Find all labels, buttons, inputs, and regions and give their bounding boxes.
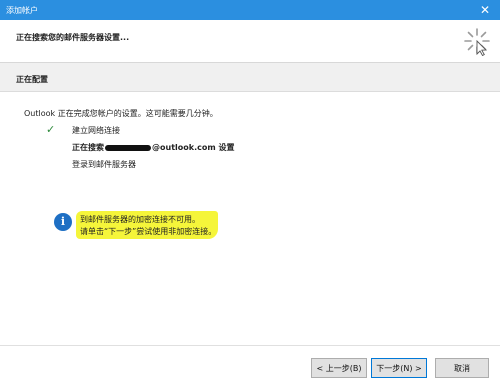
wizard-content: 正在配置 Outlook 正在完成您帐户的设置。这可能需要几分钟。 ✓ 建立网络… [0,63,500,385]
task-network-connection: 建立网络连接 [72,126,120,135]
title-bar: 添加帐户 ✕ [0,0,500,20]
section-header: 正在配置 [0,63,500,92]
wizard-header: 正在搜索您的邮件服务器设置... [0,20,500,63]
info-message-line1: 到邮件服务器的加密连接不可用。 [80,215,200,224]
section-title: 正在配置 [16,75,48,84]
close-icon[interactable]: ✕ [480,3,490,17]
task-search-suffix: @outlook.com 设置 [152,143,235,152]
task-search-prefix: 正在搜索 [72,143,104,152]
intro-text: Outlook 正在完成您帐户的设置。这可能需要几分钟。 [24,109,218,118]
button-bar: < 上一步(B) 下一步(N) > 取消 [0,345,500,386]
wizard-heading: 正在搜索您的邮件服务器设置... [16,33,130,42]
window-title: 添加帐户 [6,6,38,15]
info-message-line2: 请单击“下一步”尝试使用非加密连接。 [80,227,217,236]
back-button[interactable]: < 上一步(B) [311,358,367,378]
redacted-username [105,144,151,151]
cancel-button[interactable]: 取消 [435,358,489,378]
check-icon: ✓ [46,123,56,136]
task-log-on-server: 登录到邮件服务器 [72,160,136,169]
next-button[interactable]: 下一步(N) > [371,358,427,378]
searching-spinner-icon [464,28,490,56]
task-search-settings: 正在搜索 @outlook.com 设置 [72,142,234,153]
info-icon: i [54,213,72,231]
